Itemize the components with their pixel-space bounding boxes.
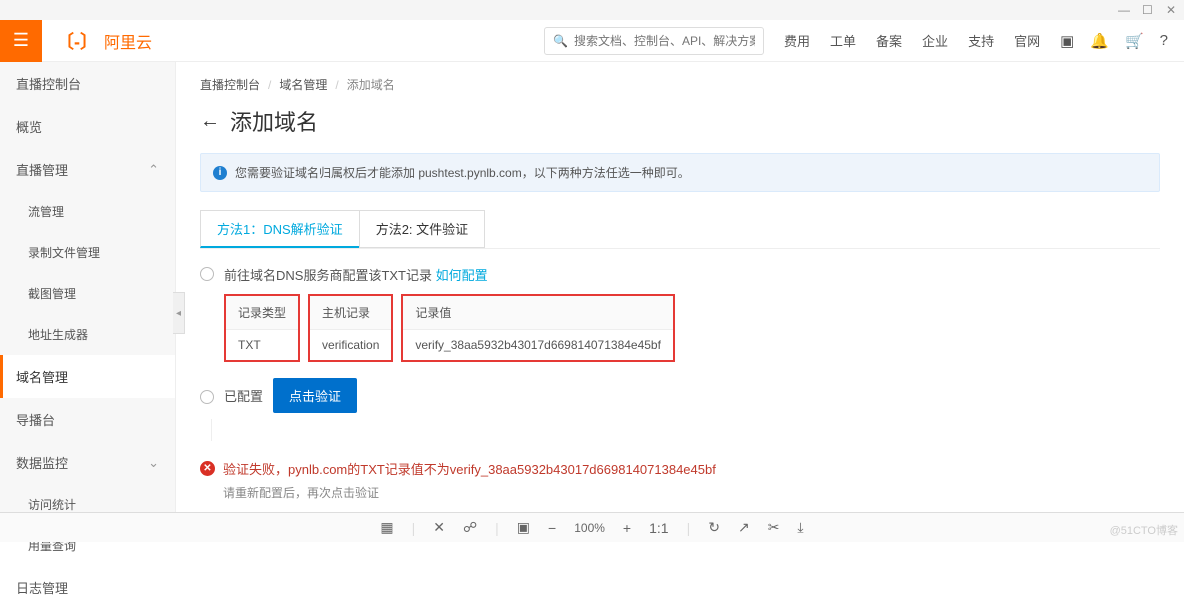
- back-arrow-icon[interactable]: ←: [200, 110, 220, 133]
- sidebar-item-stream-manage[interactable]: 流管理: [0, 191, 175, 232]
- link-icon[interactable]: ☍: [463, 519, 477, 536]
- step-config-dns: 前往域名DNS服务商配置该TXT记录 如何配置: [200, 265, 1160, 284]
- topbar: ☰ 〔-〕 阿里云 🔍 费用 工单 备案 企业 支持 官网 ▣ 🔔 🛒 ?: [0, 20, 1184, 62]
- download-icon[interactable]: ⤓: [797, 519, 803, 536]
- sidebar-item-domain-manage[interactable]: 域名管理: [0, 355, 175, 398]
- error-message: 验证失败，pynlb.com的TXT记录值不为verify_38aa5932b4…: [223, 459, 716, 478]
- verify-tabs: 方法1：DNS解析验证 方法2: 文件验证: [200, 210, 1160, 248]
- dns-cell: TXT: [226, 330, 298, 360]
- breadcrumb-current: 添加域名: [347, 76, 395, 93]
- nav-support[interactable]: 支持: [968, 31, 994, 50]
- zoom-in-icon[interactable]: +: [623, 520, 631, 536]
- brand-icon: 〔-〕: [56, 28, 98, 54]
- rotate-icon[interactable]: ↻: [708, 519, 720, 536]
- menu-hamburger-icon[interactable]: ☰: [0, 20, 42, 62]
- sidebar-item-director[interactable]: 导播台: [0, 398, 175, 441]
- help-icon[interactable]: ?: [1160, 32, 1168, 50]
- step-dns-text: 前往域名DNS服务商配置该TXT记录: [224, 268, 436, 283]
- brand-name: 阿里云: [104, 29, 152, 53]
- window-close[interactable]: ✕: [1166, 3, 1176, 17]
- chevron-up-icon: ⌃: [148, 162, 159, 178]
- cart-icon[interactable]: 🛒: [1125, 32, 1144, 50]
- page-title: 添加域名: [230, 105, 318, 137]
- info-banner: i 您需要验证域名归属权后才能添加 pushtest.pynlb.com，以下两…: [200, 153, 1160, 192]
- watermark: @51CTO博客: [1110, 522, 1178, 538]
- zoom-out-icon[interactable]: −: [548, 520, 556, 536]
- sidebar-group-data-monitor[interactable]: 数据监控⌄: [0, 441, 175, 484]
- tab-dns-verify[interactable]: 方法1：DNS解析验证: [200, 210, 360, 248]
- radio-unchecked-icon[interactable]: [200, 267, 214, 281]
- crop-icon[interactable]: ✂: [768, 519, 780, 536]
- sidebar-item-record-file[interactable]: 录制文件管理: [0, 232, 175, 273]
- error-icon: ✕: [200, 461, 215, 476]
- grid-icon[interactable]: ▦: [380, 519, 393, 536]
- nav-official[interactable]: 官网: [1014, 31, 1040, 50]
- dns-cell: verify_38aa5932b43017d669814071384e45bf: [403, 330, 673, 360]
- nav-enterprise[interactable]: 企业: [922, 31, 948, 50]
- step-connector: [211, 419, 212, 441]
- brand-logo[interactable]: 〔-〕 阿里云: [56, 28, 152, 54]
- window-minimize[interactable]: —: [1118, 3, 1128, 17]
- info-text: 您需要验证域名归属权后才能添加 pushtest.pynlb.com，以下两种方…: [235, 164, 690, 181]
- viewer-toolbar: ▦ | ✕ ☍ | ▣ − 100% + 1:1 | ↻ ↗ ✂ ⤓: [0, 512, 1184, 542]
- breadcrumb-item[interactable]: 域名管理: [279, 76, 327, 93]
- step-verify: 已配置 点击验证: [200, 378, 1160, 413]
- fit-icon[interactable]: ▣: [517, 519, 530, 536]
- tab-file-verify[interactable]: 方法2: 文件验证: [359, 210, 485, 248]
- sidebar-group-live-manage[interactable]: 直播管理⌃: [0, 148, 175, 191]
- search-input[interactable]: [574, 34, 755, 48]
- sidebar-item-overview[interactable]: 概览: [0, 105, 175, 148]
- error-hint: 请重新配置后，再次点击验证: [223, 484, 1160, 501]
- nav-billing[interactable]: 费用: [784, 31, 810, 50]
- dns-header: 记录值: [403, 296, 673, 330]
- sidebar-item-live-console[interactable]: 直播控制台: [0, 62, 175, 105]
- zoom-level: 100%: [574, 521, 605, 535]
- notification-icon[interactable]: 🔔: [1090, 32, 1109, 50]
- how-to-config-link[interactable]: 如何配置: [436, 268, 488, 283]
- window-maximize[interactable]: ☐: [1142, 3, 1152, 17]
- dns-header: 主机记录: [310, 296, 391, 330]
- search-icon: 🔍: [553, 34, 568, 48]
- sidebar-item-log-manage[interactable]: 日志管理: [0, 566, 175, 609]
- search-box[interactable]: 🔍: [544, 27, 764, 55]
- terminal-icon[interactable]: ▣: [1060, 32, 1074, 50]
- info-icon: i: [213, 166, 227, 180]
- nav-tickets[interactable]: 工单: [830, 31, 856, 50]
- dns-col-value: 记录值 verify_38aa5932b43017d669814071384e4…: [401, 294, 675, 362]
- top-nav: 费用 工单 备案 企业 支持 官网: [764, 31, 1060, 50]
- top-icons: ▣ 🔔 🛒 ?: [1060, 32, 1184, 50]
- main-content: 直播控制台 / 域名管理 / 添加域名 ← 添加域名 i 您需要验证域名归属权后…: [176, 62, 1184, 512]
- sidebar-item-snapshot[interactable]: 截图管理: [0, 273, 175, 314]
- radio-unchecked-icon[interactable]: [200, 390, 214, 404]
- breadcrumb: 直播控制台 / 域名管理 / 添加域名: [200, 76, 1160, 93]
- step-configured-text: 已配置: [224, 386, 263, 405]
- sidebar: 直播控制台 概览 直播管理⌃ 流管理 录制文件管理 截图管理 地址生成器 域名管…: [0, 62, 176, 512]
- verify-button[interactable]: 点击验证: [273, 378, 357, 413]
- open-external-icon[interactable]: ↗: [738, 519, 750, 536]
- dns-col-type: 记录类型 TXT: [224, 294, 300, 362]
- sidebar-item-url-builder[interactable]: 地址生成器: [0, 314, 175, 355]
- dns-cell: verification: [310, 330, 391, 360]
- one-to-one-icon[interactable]: 1:1: [649, 520, 668, 536]
- window-controls: — ☐ ✕: [0, 0, 1184, 20]
- dns-table: 记录类型 TXT 主机记录 verification 记录值 verify_38…: [224, 294, 1160, 362]
- shuffle-icon[interactable]: ✕: [433, 519, 445, 536]
- dns-header: 记录类型: [226, 296, 298, 330]
- nav-icp[interactable]: 备案: [876, 31, 902, 50]
- error-block: ✕ 验证失败，pynlb.com的TXT记录值不为verify_38aa5932…: [200, 459, 1160, 501]
- dns-col-host: 主机记录 verification: [308, 294, 393, 362]
- chevron-down-icon: ⌄: [148, 455, 159, 471]
- breadcrumb-item[interactable]: 直播控制台: [200, 76, 260, 93]
